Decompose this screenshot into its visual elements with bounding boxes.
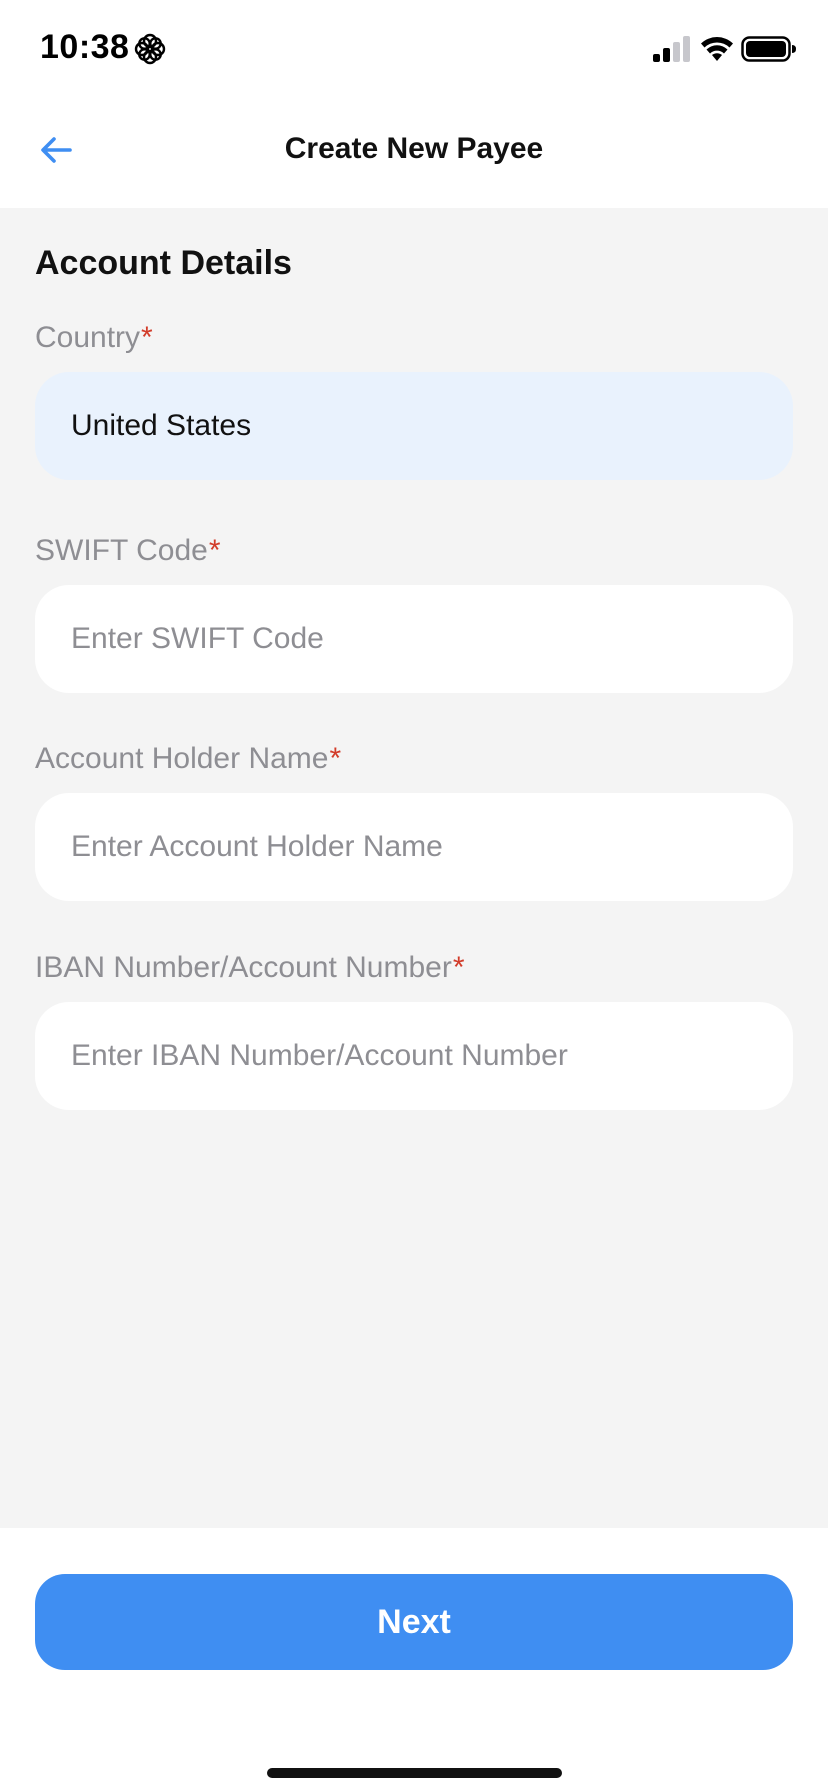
- section-title: Account Details: [35, 244, 292, 282]
- iban-account-number-placeholder: Enter IBAN Number/Account Number: [71, 1039, 568, 1072]
- iban-account-number-field: IBAN Number/Account Number* Enter IBAN N…: [35, 948, 793, 1110]
- country-field: Country* United States: [35, 318, 793, 480]
- swift-code-input[interactable]: Enter SWIFT Code: [35, 585, 793, 693]
- swift-code-label: SWIFT Code*: [35, 531, 793, 571]
- required-marker: *: [208, 534, 221, 567]
- account-holder-name-field: Account Holder Name* Enter Account Holde…: [35, 739, 793, 901]
- footer: Next: [0, 1528, 828, 1792]
- iban-account-number-label-text: IBAN Number/Account Number: [35, 951, 452, 984]
- account-holder-name-placeholder: Enter Account Holder Name: [71, 830, 443, 863]
- header: Create New Payee: [0, 100, 828, 208]
- required-marker: *: [329, 742, 342, 775]
- account-holder-name-input[interactable]: Enter Account Holder Name: [35, 793, 793, 901]
- flower-icon: [134, 33, 166, 65]
- country-label-text: Country: [35, 321, 141, 354]
- swift-code-field: SWIFT Code* Enter SWIFT Code: [35, 531, 793, 693]
- account-holder-name-label: Account Holder Name*: [35, 739, 793, 779]
- iban-account-number-input[interactable]: Enter IBAN Number/Account Number: [35, 1002, 793, 1110]
- status-bar: 10:38: [0, 0, 828, 100]
- country-value: United States: [71, 409, 252, 442]
- next-button[interactable]: Next: [35, 1574, 793, 1670]
- home-indicator[interactable]: [267, 1768, 562, 1778]
- battery-icon: [741, 36, 796, 62]
- required-marker: *: [141, 321, 153, 354]
- status-time: 10:38: [40, 28, 130, 66]
- account-holder-name-label-text: Account Holder Name: [35, 742, 329, 775]
- swift-code-placeholder: Enter SWIFT Code: [71, 622, 324, 655]
- wifi-icon: [701, 37, 733, 61]
- country-label: Country*: [35, 318, 793, 358]
- cellular-signal-icon: [653, 36, 690, 62]
- page-title: Create New Payee: [284, 132, 544, 165]
- required-marker: *: [452, 951, 465, 984]
- iban-account-number-label: IBAN Number/Account Number*: [35, 948, 793, 988]
- swift-code-label-text: SWIFT Code: [35, 534, 208, 567]
- country-select[interactable]: United States: [35, 372, 793, 480]
- form-content: Account Details Country* United States S…: [0, 208, 828, 1528]
